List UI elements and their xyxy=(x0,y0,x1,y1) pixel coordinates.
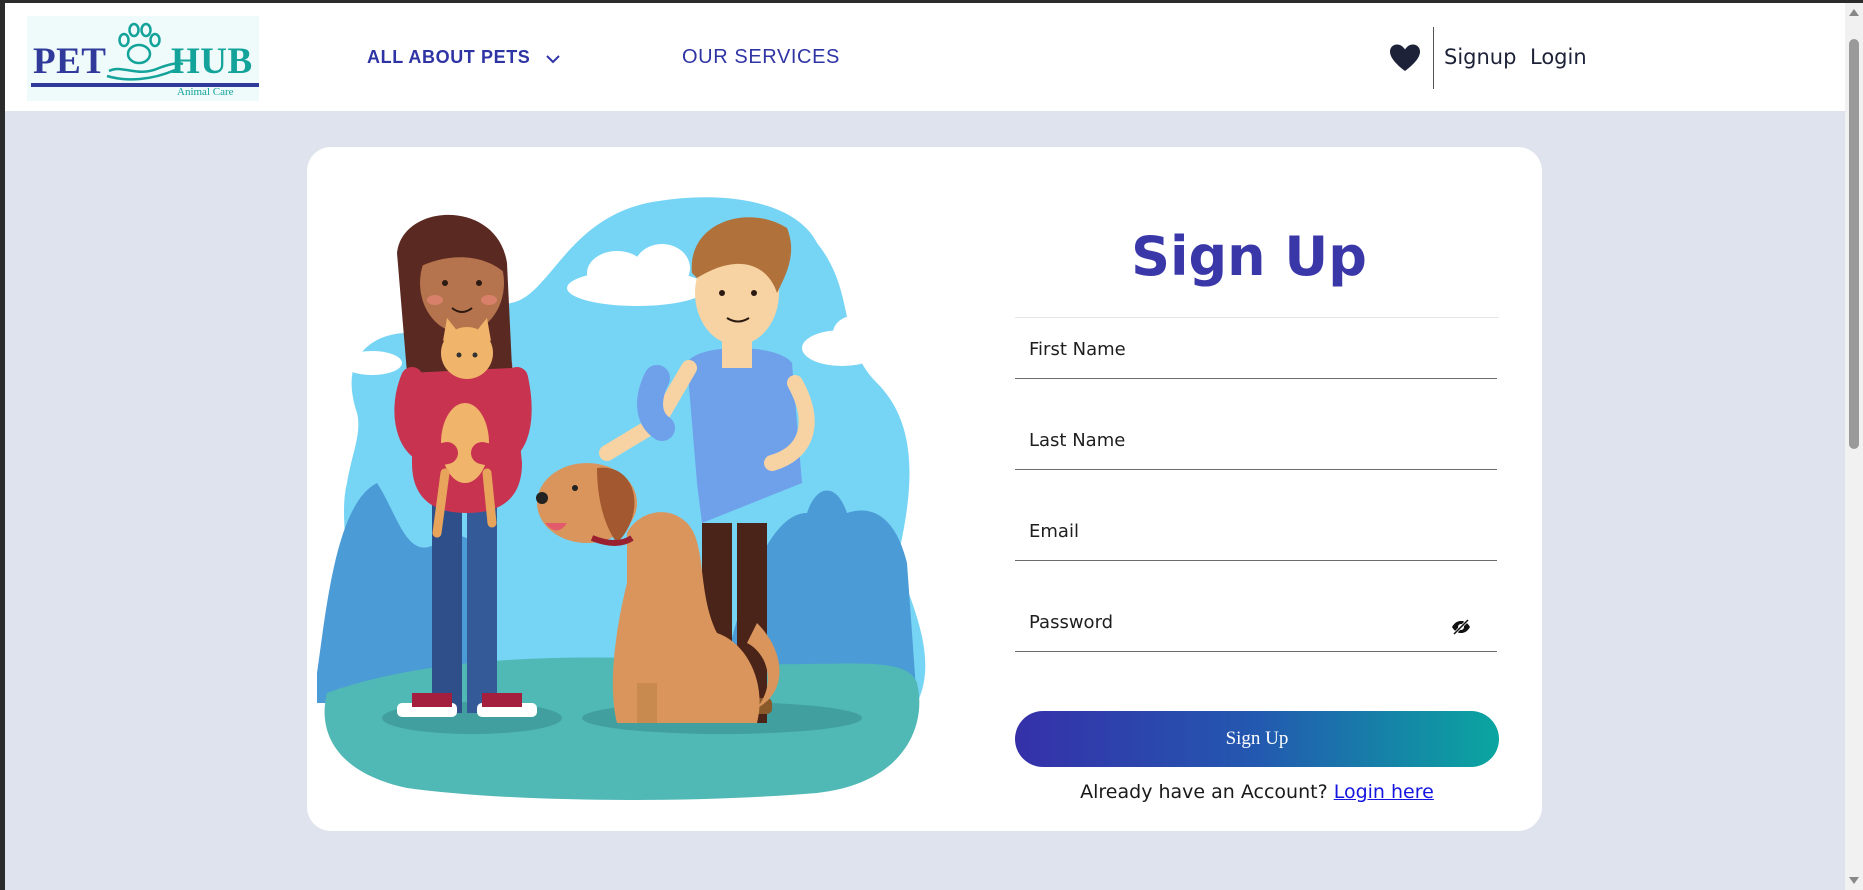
nav-divider xyxy=(1433,27,1434,89)
signup-link[interactable]: Signup xyxy=(1444,45,1516,69)
last-name-field[interactable] xyxy=(1015,412,1497,470)
pets-illustration xyxy=(317,183,957,803)
nav-all-about-pets[interactable]: ALL ABOUT PETS xyxy=(367,47,560,69)
login-link[interactable]: Login xyxy=(1530,45,1587,69)
top-navbar: PET HUB Animal Care ALL ABOUT PETS OUR S… xyxy=(5,3,1845,111)
email-field[interactable] xyxy=(1015,503,1497,561)
signup-card: Sign Up Sign Up Already have an Account?… xyxy=(307,147,1542,831)
login-prompt: Already have an Account? Login here xyxy=(1015,781,1499,803)
page-title: Sign Up xyxy=(1131,225,1367,289)
scroll-up-icon[interactable] xyxy=(1849,9,1859,16)
heart-icon[interactable] xyxy=(1389,43,1421,73)
sign-up-button[interactable]: Sign Up xyxy=(1015,711,1499,767)
vertical-scrollbar[interactable] xyxy=(1845,3,1863,890)
pethub-logo[interactable]: PET HUB Animal Care xyxy=(27,16,259,101)
eye-slash-icon[interactable] xyxy=(1451,617,1471,637)
scroll-down-icon[interactable] xyxy=(1849,877,1859,884)
chevron-down-icon xyxy=(546,48,560,69)
title-divider xyxy=(1015,317,1499,318)
password-field[interactable] xyxy=(1015,594,1497,652)
account-prompt-text: Already have an Account? xyxy=(1080,781,1328,803)
logo-text-pet: PET xyxy=(33,41,107,82)
logo-tagline: Animal Care xyxy=(177,86,234,98)
nav-our-services[interactable]: OUR SERVICES xyxy=(682,46,840,69)
nav-all-about-pets-label: ALL ABOUT PETS xyxy=(367,47,531,67)
page-viewport: PET HUB Animal Care ALL ABOUT PETS OUR S… xyxy=(5,3,1845,890)
first-name-field[interactable] xyxy=(1015,321,1497,379)
login-here-link[interactable]: Login here xyxy=(1334,781,1434,803)
logo-text-hub: HUB xyxy=(171,41,253,82)
scrollbar-thumb[interactable] xyxy=(1849,39,1859,449)
